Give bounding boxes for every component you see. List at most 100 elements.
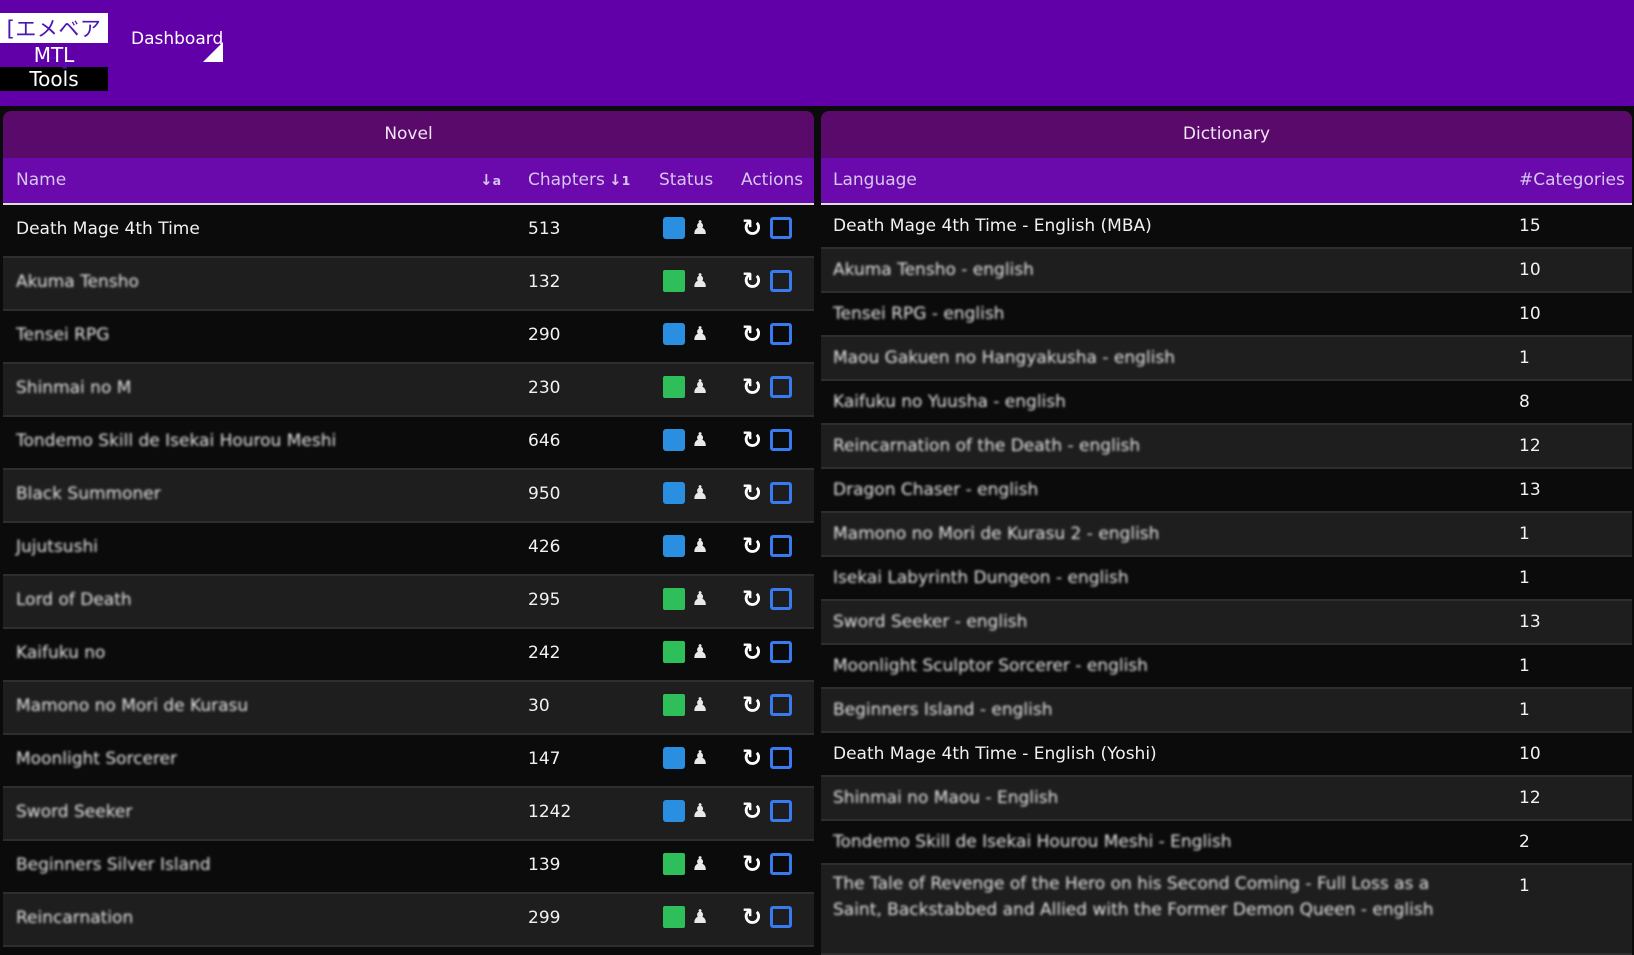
dictionary-language[interactable]: Maou Gakuen no Hangyakusha - english <box>833 348 1175 368</box>
dictionary-language[interactable]: Death Mage 4th Time - English (Yoshi) <box>833 744 1157 764</box>
novel-row[interactable]: Sword Seeker 1242 ♟ ↻ <box>3 788 814 841</box>
edit-icon[interactable] <box>770 535 792 557</box>
refresh-icon[interactable]: ↻ <box>741 746 763 770</box>
dictionary-row[interactable]: Mamono no Mori de Kurasu 2 - english 1 <box>821 513 1632 557</box>
novel-row[interactable]: Akuma Tensho 132 ♟ ↻ <box>3 258 814 311</box>
dictionary-row[interactable]: The Tale of Revenge of the Hero on his S… <box>821 865 1632 955</box>
novel-name[interactable]: Tondemo Skill de Isekai Hourou Meshi <box>16 431 336 451</box>
column-categories[interactable]: #Categories <box>1519 170 1625 190</box>
novel-row[interactable]: Tensei RPG 290 ♟ ↻ <box>3 311 814 364</box>
refresh-icon[interactable]: ↻ <box>741 375 763 399</box>
column-chapters[interactable]: Chapters <box>528 170 605 190</box>
dropdown-corner-icon[interactable] <box>203 42 223 62</box>
novel-row[interactable]: Moonlight Sorcerer 147 ♟ ↻ <box>3 735 814 788</box>
refresh-icon[interactable]: ↻ <box>741 481 763 505</box>
edit-icon[interactable] <box>770 217 792 239</box>
novel-row[interactable]: Kaifuku no 242 ♟ ↻ <box>3 629 814 682</box>
sort-name-icon[interactable]: ↓a <box>480 171 501 189</box>
novel-name[interactable]: Black Summoner <box>16 484 161 504</box>
dictionary-language[interactable]: Isekai Labyrinth Dungeon - english <box>833 568 1129 588</box>
novel-row[interactable]: Death Mage 4th Time 513 ♟ ↻ <box>3 205 814 258</box>
dictionary-language[interactable]: The Tale of Revenge of the Hero on his S… <box>833 871 1463 923</box>
refresh-icon[interactable]: ↻ <box>741 587 763 611</box>
dictionary-language[interactable]: Moonlight Sculptor Sorcerer - english <box>833 656 1148 676</box>
dictionary-language[interactable]: Akuma Tensho - english <box>833 260 1034 280</box>
novel-name[interactable]: Lord of Death <box>16 590 132 610</box>
novel-row[interactable]: Jujutsushi 426 ♟ ↻ <box>3 523 814 576</box>
column-name[interactable]: Name <box>16 170 66 190</box>
dictionary-row[interactable]: Moonlight Sculptor Sorcerer - english 1 <box>821 645 1632 689</box>
edit-icon[interactable] <box>770 323 792 345</box>
dictionary-category-count: 1 <box>1519 876 1530 896</box>
refresh-icon[interactable]: ↻ <box>741 322 763 346</box>
novel-row[interactable]: Reincarnation 299 ♟ ↻ <box>3 894 814 947</box>
refresh-icon[interactable]: ↻ <box>741 852 763 876</box>
dictionary-language[interactable]: Death Mage 4th Time - English (MBA) <box>833 216 1152 236</box>
dictionary-language[interactable]: Reincarnation of the Death - english <box>833 436 1140 456</box>
dictionary-row[interactable]: Tondemo Skill de Isekai Hourou Meshi - E… <box>821 821 1632 865</box>
dictionary-language[interactable]: Sword Seeker - english <box>833 612 1027 632</box>
edit-icon[interactable] <box>770 482 792 504</box>
dictionary-language[interactable]: Kaifuku no Yuusha - english <box>833 392 1066 412</box>
novel-row[interactable]: Shinmai no M 230 ♟ ↻ <box>3 364 814 417</box>
novel-name[interactable]: Moonlight Sorcerer <box>16 749 177 769</box>
novel-name[interactable]: Sword Seeker <box>16 802 132 822</box>
app-logo[interactable]: [エメベアー] MTL Tools <box>0 13 108 91</box>
refresh-icon[interactable]: ↻ <box>741 905 763 929</box>
dictionary-row[interactable]: Death Mage 4th Time - English (Yoshi) 10 <box>821 733 1632 777</box>
dictionary-language[interactable]: Tondemo Skill de Isekai Hourou Meshi - E… <box>833 832 1232 852</box>
refresh-icon[interactable]: ↻ <box>741 640 763 664</box>
refresh-icon[interactable]: ↻ <box>741 269 763 293</box>
dictionary-row[interactable]: Tensei RPG - english 10 <box>821 293 1632 337</box>
novel-name[interactable]: Mamono no Mori de Kurasu <box>16 696 248 716</box>
edit-icon[interactable] <box>770 376 792 398</box>
dictionary-row[interactable]: Isekai Labyrinth Dungeon - english 1 <box>821 557 1632 601</box>
dictionary-language[interactable]: Beginners Island - english <box>833 700 1053 720</box>
novel-name[interactable]: Jujutsushi <box>16 537 98 557</box>
edit-icon[interactable] <box>770 906 792 928</box>
dictionary-row[interactable]: Akuma Tensho - english 10 <box>821 249 1632 293</box>
dictionary-row[interactable]: Dragon Chaser - english 13 <box>821 469 1632 513</box>
dictionary-language[interactable]: Mamono no Mori de Kurasu 2 - english <box>833 524 1159 544</box>
novel-chapters: 132 <box>528 272 561 292</box>
novel-row[interactable]: Lord of Death 295 ♟ ↻ <box>3 576 814 629</box>
edit-icon[interactable] <box>770 429 792 451</box>
dictionary-panel-title: Dictionary <box>821 111 1632 158</box>
novel-name[interactable]: Death Mage 4th Time <box>16 219 200 239</box>
dictionary-row[interactable]: Death Mage 4th Time - English (MBA) 15 <box>821 205 1632 249</box>
novel-row[interactable]: Beginners Silver Island 139 ♟ ↻ <box>3 841 814 894</box>
novel-chapters: 242 <box>528 643 561 663</box>
column-language[interactable]: Language <box>833 170 917 190</box>
edit-icon[interactable] <box>770 800 792 822</box>
edit-icon[interactable] <box>770 588 792 610</box>
novel-row[interactable]: Mamono no Mori de Kurasu 30 ♟ ↻ <box>3 682 814 735</box>
novel-row[interactable]: Black Summoner 950 ♟ ↻ <box>3 470 814 523</box>
novel-name[interactable]: Akuma Tensho <box>16 272 139 292</box>
edit-icon[interactable] <box>770 853 792 875</box>
dictionary-row[interactable]: Sword Seeker - english 13 <box>821 601 1632 645</box>
novel-name[interactable]: Beginners Silver Island <box>16 855 211 875</box>
dictionary-row[interactable]: Kaifuku no Yuusha - english 8 <box>821 381 1632 425</box>
dictionary-row[interactable]: Maou Gakuen no Hangyakusha - english 1 <box>821 337 1632 381</box>
edit-icon[interactable] <box>770 694 792 716</box>
refresh-icon[interactable]: ↻ <box>741 534 763 558</box>
dictionary-row[interactable]: Beginners Island - english 1 <box>821 689 1632 733</box>
refresh-icon[interactable]: ↻ <box>741 216 763 240</box>
novel-name[interactable]: Kaifuku no <box>16 643 105 663</box>
dictionary-row[interactable]: Reincarnation of the Death - english 12 <box>821 425 1632 469</box>
novel-name[interactable]: Shinmai no M <box>16 378 131 398</box>
novel-name[interactable]: Tensei RPG <box>16 325 109 345</box>
dictionary-language[interactable]: Dragon Chaser - english <box>833 480 1038 500</box>
refresh-icon[interactable]: ↻ <box>741 693 763 717</box>
dictionary-row[interactable]: Shinmai no Maou - English 12 <box>821 777 1632 821</box>
edit-icon[interactable] <box>770 747 792 769</box>
novel-name[interactable]: Reincarnation <box>16 908 133 928</box>
refresh-icon[interactable]: ↻ <box>741 428 763 452</box>
dictionary-language[interactable]: Tensei RPG - english <box>833 304 1004 324</box>
sort-chapters-icon[interactable]: ↓1 <box>609 171 630 189</box>
edit-icon[interactable] <box>770 270 792 292</box>
dictionary-language[interactable]: Shinmai no Maou - English <box>833 788 1058 808</box>
edit-icon[interactable] <box>770 641 792 663</box>
novel-row[interactable]: Tondemo Skill de Isekai Hourou Meshi 646 ♟… <box>3 417 814 470</box>
refresh-icon[interactable]: ↻ <box>741 799 763 823</box>
